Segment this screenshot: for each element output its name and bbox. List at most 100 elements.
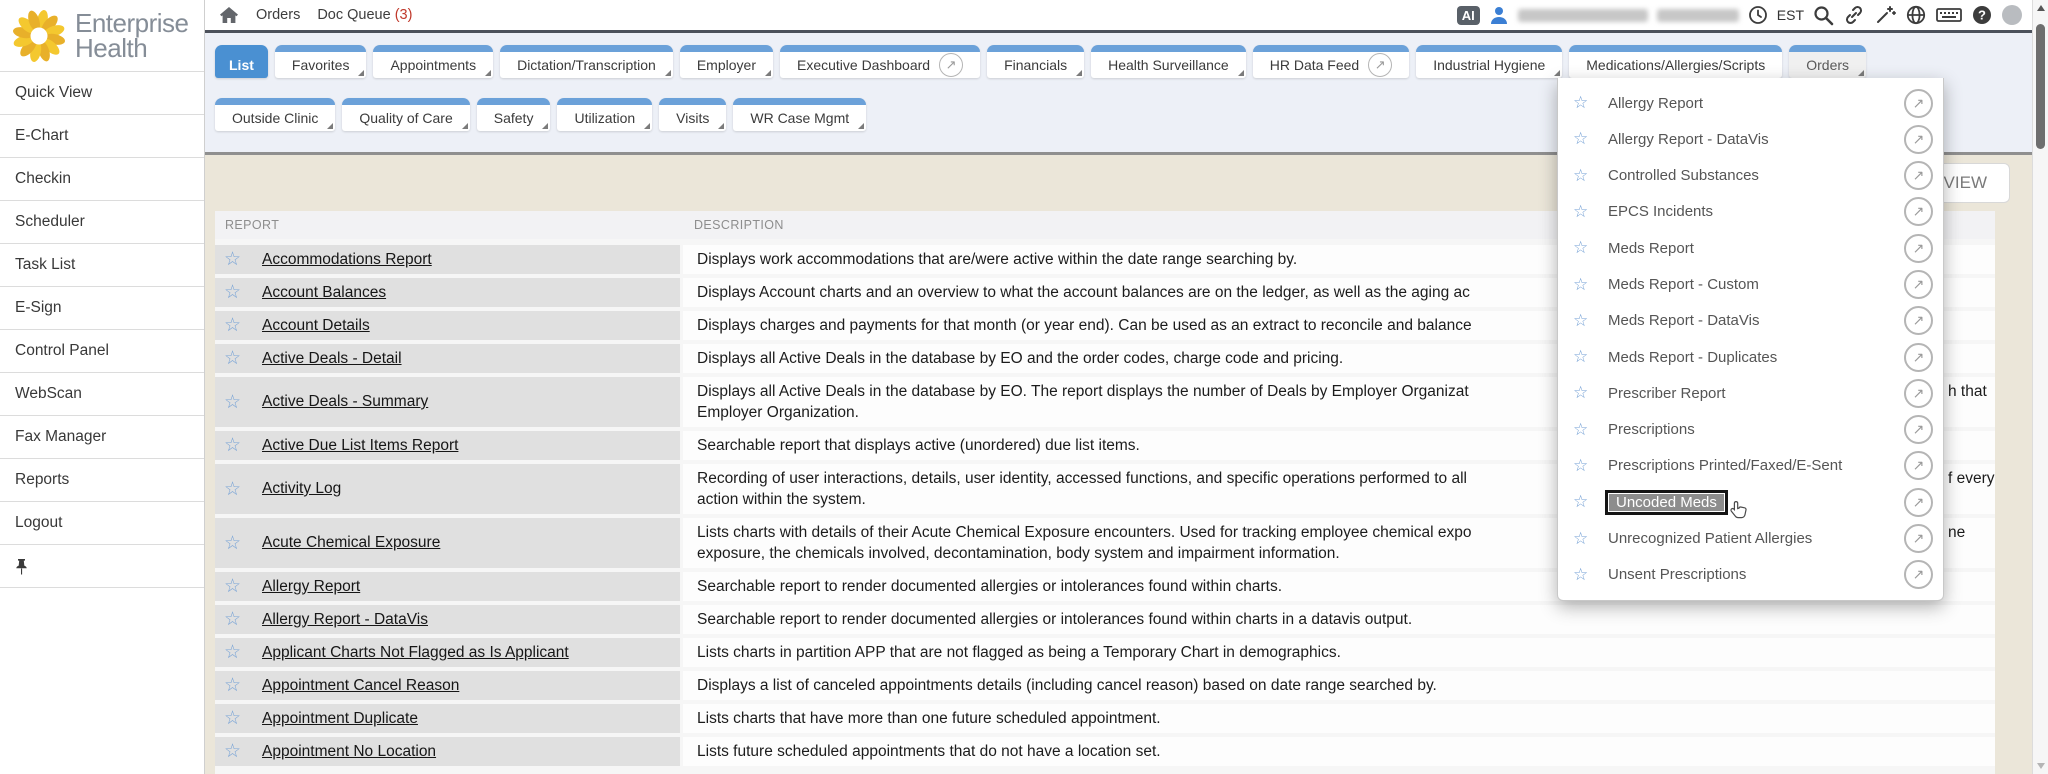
report-link[interactable]: Active Deals - Summary (262, 393, 428, 411)
tab-executive-dashboard[interactable]: Executive Dashboard ↗ (780, 45, 980, 78)
menu-item-meds-report-duplicates[interactable]: ☆ Meds Report - Duplicates ↗ (1558, 339, 1943, 375)
favorite-star-icon[interactable]: ☆ (1573, 383, 1597, 403)
sidebar-item-reports[interactable]: Reports (0, 459, 204, 502)
tab-employer[interactable]: Employer (680, 45, 773, 78)
avatar-placeholder[interactable] (2002, 5, 2022, 25)
tab-favorites[interactable]: Favorites (275, 45, 367, 78)
menu-item-uncoded-meds[interactable]: ☆ Uncoded Meds ↗ (1558, 484, 1943, 520)
sidebar-item-e-sign[interactable]: E-Sign (0, 287, 204, 330)
open-new-window-icon[interactable]: ↗ (1904, 270, 1933, 299)
favorite-star-icon[interactable]: ☆ (224, 740, 250, 763)
favorite-star-icon[interactable]: ☆ (224, 347, 250, 370)
open-new-window-icon[interactable]: ↗ (1904, 343, 1933, 372)
favorite-star-icon[interactable]: ☆ (1573, 420, 1597, 440)
scroll-up-arrow-icon[interactable] (2037, 5, 2045, 11)
tab-outside-clinic[interactable]: Outside Clinic (215, 98, 335, 131)
sidebar-item-logout[interactable]: Logout (0, 502, 204, 545)
magic-wand-icon[interactable] (1874, 4, 1896, 26)
sidebar-item-fax-manager[interactable]: Fax Manager (0, 416, 204, 459)
tab-financials[interactable]: Financials (987, 45, 1084, 78)
breadcrumb-orders[interactable]: Orders (256, 7, 300, 23)
favorite-star-icon[interactable]: ☆ (1573, 311, 1597, 331)
report-link[interactable]: Account Balances (262, 284, 386, 302)
home-icon[interactable] (219, 6, 239, 24)
report-link[interactable]: Acute Chemical Exposure (262, 534, 440, 552)
favorite-star-icon[interactable]: ☆ (1573, 166, 1597, 186)
sidebar-item-webscan[interactable]: WebScan (0, 373, 204, 416)
sidebar-item-quick-view[interactable]: Quick View (0, 72, 204, 115)
clock-icon[interactable] (1748, 5, 1768, 25)
favorite-star-icon[interactable]: ☆ (1573, 456, 1597, 476)
ai-badge[interactable]: AI (1457, 6, 1480, 25)
vertical-scrollbar[interactable] (2032, 0, 2048, 774)
tab-industrial-hygiene[interactable]: Industrial Hygiene (1416, 45, 1562, 78)
menu-item-meds-report-custom[interactable]: ☆ Meds Report - Custom ↗ (1558, 266, 1943, 302)
favorite-star-icon[interactable]: ☆ (224, 532, 250, 555)
favorite-star-icon[interactable]: ☆ (1573, 529, 1597, 549)
open-new-window-icon[interactable]: ↗ (1904, 451, 1933, 480)
open-new-window-icon[interactable]: ↗ (939, 53, 963, 77)
keyboard-icon[interactable] (1936, 6, 1962, 24)
open-new-window-icon[interactable]: ↗ (1368, 53, 1392, 77)
favorite-star-icon[interactable]: ☆ (224, 391, 250, 414)
favorite-star-icon[interactable]: ☆ (1573, 565, 1597, 585)
favorite-star-icon[interactable]: ☆ (224, 575, 250, 598)
open-new-window-icon[interactable]: ↗ (1904, 560, 1933, 589)
report-link[interactable]: Active Due List Items Report (262, 437, 458, 455)
menu-item-meds-report[interactable]: ☆ Meds Report ↗ (1558, 230, 1943, 266)
report-link[interactable]: Appointment No Location (262, 743, 436, 761)
menu-item-unsent-prescriptions[interactable]: ☆ Unsent Prescriptions ↗ (1558, 557, 1943, 593)
favorite-star-icon[interactable]: ☆ (224, 248, 250, 271)
menu-item-prescriber-report[interactable]: ☆ Prescriber Report ↗ (1558, 375, 1943, 411)
sidebar-item-scheduler[interactable]: Scheduler (0, 201, 204, 244)
favorite-star-icon[interactable]: ☆ (224, 314, 250, 337)
breadcrumb-doc-queue[interactable]: Doc Queue (3) (317, 7, 412, 23)
favorite-star-icon[interactable]: ☆ (1573, 93, 1597, 113)
report-link[interactable]: Allergy Report - DataVis (262, 611, 428, 629)
report-link[interactable]: Active Deals - Detail (262, 350, 402, 368)
menu-item-allergy-report-datavis[interactable]: ☆ Allergy Report - DataVis ↗ (1558, 121, 1943, 157)
open-new-window-icon[interactable]: ↗ (1904, 415, 1933, 444)
app-logo[interactable]: Enterprise Health (0, 0, 204, 72)
favorite-star-icon[interactable]: ☆ (224, 707, 250, 730)
tab-visits[interactable]: Visits (659, 98, 726, 131)
open-new-window-icon[interactable]: ↗ (1904, 197, 1933, 226)
sidebar-item-checkin[interactable]: Checkin (0, 158, 204, 201)
menu-item-controlled-substances[interactable]: ☆ Controlled Substances ↗ (1558, 158, 1943, 194)
report-link[interactable]: Activity Log (262, 480, 341, 498)
tab-health-surveillance[interactable]: Health Surveillance (1091, 45, 1246, 78)
help-icon[interactable]: ? (1971, 4, 1993, 26)
globe-icon[interactable] (1905, 4, 1927, 26)
tab-quality-of-care[interactable]: Quality of Care (342, 98, 469, 131)
open-new-window-icon[interactable]: ↗ (1904, 125, 1933, 154)
menu-item-prescriptions-printed-faxed-e-sent[interactable]: ☆ Prescriptions Printed/Faxed/E-Sent ↗ (1558, 448, 1943, 484)
favorite-star-icon[interactable]: ☆ (1573, 202, 1597, 222)
open-new-window-icon[interactable]: ↗ (1904, 379, 1933, 408)
favorite-star-icon[interactable]: ☆ (224, 608, 250, 631)
favorite-star-icon[interactable]: ☆ (1573, 129, 1597, 149)
menu-item-allergy-report[interactable]: ☆ Allergy Report ↗ (1558, 85, 1943, 121)
open-new-window-icon[interactable]: ↗ (1904, 306, 1933, 335)
favorite-star-icon[interactable]: ☆ (1573, 347, 1597, 367)
favorite-star-icon[interactable]: ☆ (1573, 492, 1597, 512)
favorite-star-icon[interactable]: ☆ (224, 434, 250, 457)
favorite-star-icon[interactable]: ☆ (1573, 238, 1597, 258)
favorite-star-icon[interactable]: ☆ (224, 281, 250, 304)
report-link[interactable]: Appointment Cancel Reason (262, 677, 459, 695)
tab-appointments[interactable]: Appointments (373, 45, 493, 78)
tab-dictation-transcription[interactable]: Dictation/Transcription (500, 45, 673, 78)
link-icon[interactable] (1843, 4, 1865, 26)
menu-item-epcs-incidents[interactable]: ☆ EPCS Incidents ↗ (1558, 194, 1943, 230)
menu-item-prescriptions[interactable]: ☆ Prescriptions ↗ (1558, 412, 1943, 448)
sidebar-item-control-panel[interactable]: Control Panel (0, 330, 204, 373)
report-link[interactable]: Allergy Report (262, 578, 360, 596)
tab-safety[interactable]: Safety (477, 98, 551, 131)
tab-hr-data-feed[interactable]: HR Data Feed ↗ (1253, 45, 1409, 78)
tab-orders[interactable]: Orders (1789, 45, 1866, 78)
open-new-window-icon[interactable]: ↗ (1904, 524, 1933, 553)
tab-list[interactable]: List (215, 45, 268, 78)
favorite-star-icon[interactable]: ☆ (224, 641, 250, 664)
open-new-window-icon[interactable]: ↗ (1904, 488, 1933, 517)
user-icon[interactable] (1489, 5, 1509, 25)
scroll-down-arrow-icon[interactable] (2037, 763, 2045, 769)
